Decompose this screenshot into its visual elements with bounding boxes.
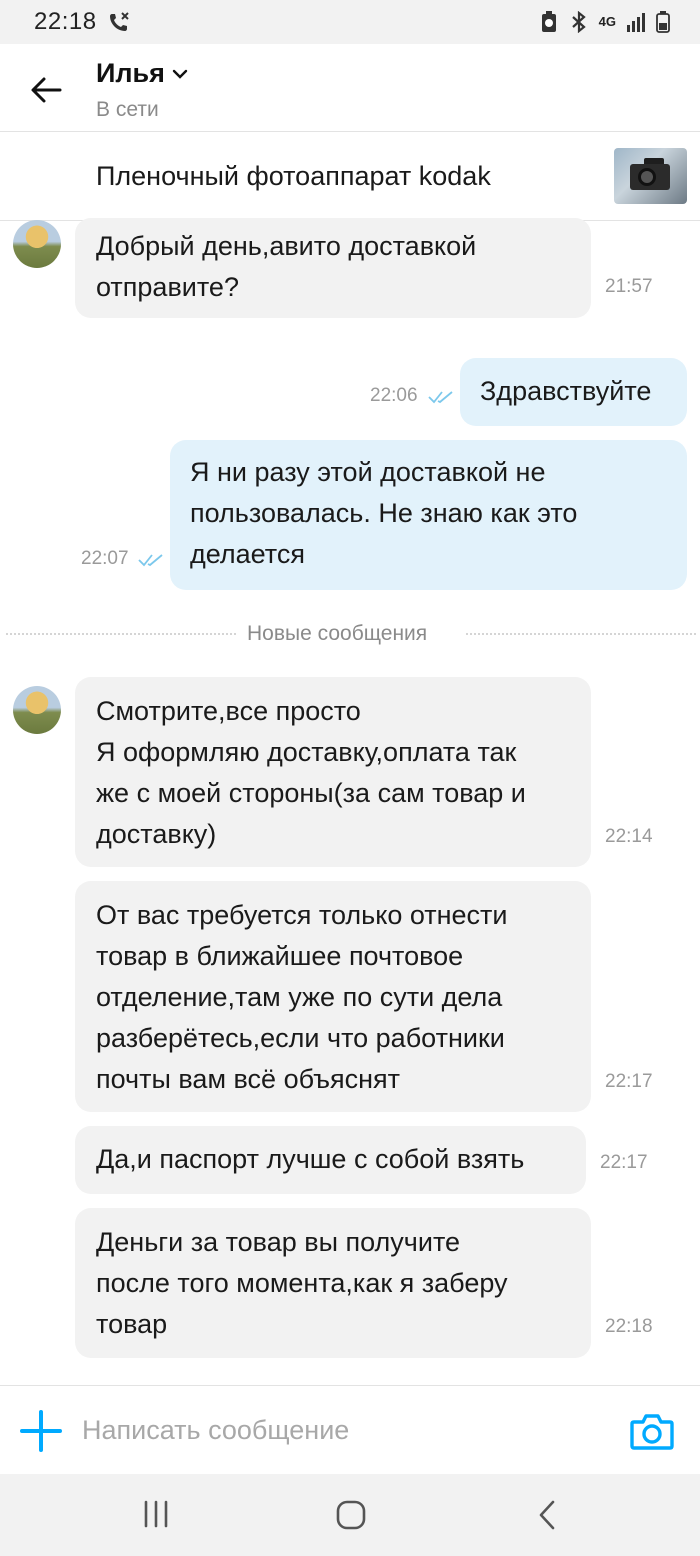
message-line: Смотрите,все просто bbox=[96, 696, 361, 726]
system-nav-bar bbox=[0, 1474, 700, 1556]
message-line: после того момента,как я заберу bbox=[96, 1268, 508, 1298]
new-messages-divider: Новые сообщения bbox=[0, 622, 700, 646]
message-bubble-outgoing[interactable]: Я ни разу этой доставкой не пользовалась… bbox=[170, 440, 687, 590]
network-type: 4G bbox=[598, 14, 616, 29]
new-messages-label: Новые сообщения bbox=[247, 622, 428, 645]
message-line: отделение,там уже по сути дела bbox=[96, 982, 503, 1012]
message-composer bbox=[0, 1385, 700, 1474]
battery-icon bbox=[656, 11, 670, 33]
message-time: 22:17 bbox=[600, 1152, 648, 1173]
message-input[interactable] bbox=[82, 1406, 602, 1454]
contact-avatar[interactable] bbox=[13, 220, 61, 268]
message-bubble-incoming[interactable]: Да,и паспорт лучше с собой взять bbox=[75, 1126, 586, 1194]
message-bubble-outgoing[interactable]: Здравствуйте bbox=[460, 358, 687, 426]
message-time: 22:18 bbox=[605, 1316, 653, 1337]
message-time: 22:07 bbox=[81, 548, 129, 569]
message-line: Здравствуйте bbox=[480, 376, 652, 406]
message-line: От вас требуется только отнести bbox=[96, 900, 508, 930]
status-bar: 22:18 4G bbox=[0, 0, 700, 44]
message-line: пользовалась. Не знаю как это bbox=[190, 498, 578, 528]
message-bubble-incoming[interactable]: Деньги за товар вы получите после того м… bbox=[75, 1208, 591, 1358]
back-nav-icon[interactable] bbox=[538, 1500, 556, 1530]
message-bubble-incoming[interactable]: От вас требуется только отнести товар в … bbox=[75, 881, 591, 1112]
message-line: Добрый день,авито доставкой bbox=[96, 231, 477, 261]
message-line: разберётесь,если что работники bbox=[96, 1023, 505, 1053]
plus-icon[interactable] bbox=[20, 1410, 62, 1452]
listing-bar[interactable]: Пленочный фотоаппарат kodak bbox=[0, 133, 700, 221]
contact-status: В сети bbox=[96, 98, 159, 121]
message-time: 22:06 bbox=[370, 385, 418, 406]
bluetooth-icon bbox=[571, 11, 586, 33]
chevron-down-icon[interactable] bbox=[172, 68, 188, 80]
message-time: 22:14 bbox=[605, 826, 653, 847]
message-list[interactable]: Добрый день,авито доставкой отправите? 2… bbox=[0, 218, 700, 1384]
message-line: Я ни разу этой доставкой не bbox=[190, 457, 546, 487]
message-line: отправите? bbox=[96, 272, 239, 302]
message-line: же с моей стороны(за сам товар и bbox=[96, 778, 526, 808]
read-receipt-icon bbox=[428, 391, 453, 404]
battery-saver-icon bbox=[541, 11, 556, 32]
back-arrow-icon[interactable] bbox=[30, 76, 62, 104]
message-line: почты вам всё объяснят bbox=[96, 1064, 401, 1094]
message-line: Деньги за товар вы получите bbox=[96, 1227, 461, 1257]
message-line: товар bbox=[96, 1309, 168, 1339]
recent-apps-icon[interactable] bbox=[143, 1500, 169, 1528]
read-receipt-icon bbox=[138, 554, 163, 567]
status-time: 22:18 bbox=[34, 8, 97, 35]
signal-icon bbox=[627, 13, 645, 32]
listing-title[interactable]: Пленочный фотоаппарат kodak bbox=[96, 161, 491, 192]
missed-call-icon bbox=[109, 12, 129, 31]
contact-avatar[interactable] bbox=[13, 686, 61, 734]
message-bubble-incoming[interactable]: Смотрите,все просто Я оформляю доставку,… bbox=[75, 677, 591, 867]
camera-icon[interactable] bbox=[630, 1412, 674, 1450]
message-line: товар в ближайшее почтовое bbox=[96, 941, 464, 971]
message-line: Я оформляю доставку,оплата так bbox=[96, 737, 517, 767]
message-time: 21:57 bbox=[605, 276, 653, 297]
message-line: доставку) bbox=[96, 819, 217, 849]
message-time: 22:17 bbox=[605, 1071, 653, 1092]
home-icon[interactable] bbox=[336, 1500, 366, 1530]
contact-name[interactable]: Илья bbox=[96, 58, 165, 89]
message-line: делается bbox=[190, 539, 305, 569]
message-line: Да,и паспорт лучше с собой взять bbox=[96, 1144, 525, 1174]
chat-header: Илья В сети bbox=[0, 44, 700, 132]
message-bubble-incoming[interactable]: Добрый день,авито доставкой отправите? bbox=[75, 218, 591, 318]
listing-thumbnail[interactable] bbox=[614, 148, 687, 204]
